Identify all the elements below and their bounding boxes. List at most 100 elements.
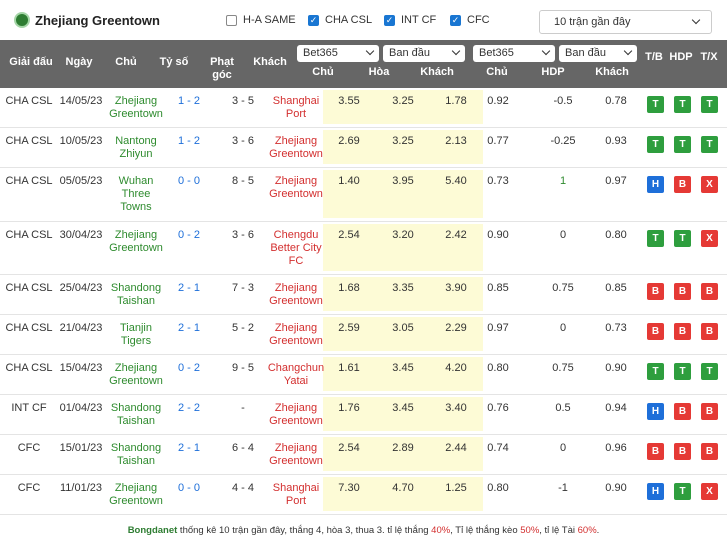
- date-cell: 01/04/23: [59, 402, 103, 414]
- date-cell: 25/04/23: [59, 282, 103, 294]
- home-team-link[interactable]: Wuhan Three Towns: [104, 175, 168, 214]
- away-team-link[interactable]: Zhejiang Greentown: [264, 442, 328, 468]
- date-cell: 21/04/23: [59, 322, 103, 334]
- league-cell: INT CF: [11, 402, 47, 414]
- odds-home: 2.69: [338, 135, 360, 147]
- result-hdp-badge: B: [674, 323, 691, 340]
- result-hdp-badge: T: [674, 483, 691, 500]
- score-link[interactable]: 2 - 1: [162, 442, 216, 455]
- score-link[interactable]: 0 - 2: [162, 362, 216, 375]
- filter-cfc[interactable]: ✓ CFC: [450, 14, 490, 26]
- col-odds-home: Chủ: [312, 66, 334, 78]
- table-row: CHA CSL 25/04/23 Shandong Taishan 2 - 1 7 - 3…: [0, 275, 727, 315]
- home-team-link[interactable]: Shandong Taishan: [104, 402, 168, 428]
- home-team-link[interactable]: Tianjin Tigers: [104, 322, 168, 348]
- score-link[interactable]: 2 - 2: [162, 402, 216, 415]
- date-cell: 14/05/23: [59, 95, 103, 107]
- home-team-link[interactable]: Zhejiang Greentown: [104, 362, 168, 388]
- home-team-link[interactable]: Zhejiang Greentown: [104, 229, 168, 255]
- away-team-link[interactable]: Zhejiang Greentown: [264, 135, 328, 161]
- score-link[interactable]: 2 - 1: [162, 322, 216, 335]
- result-tb-badge: H: [647, 403, 664, 420]
- hdp-home: 0.92: [487, 95, 509, 107]
- col-score: Tỷ số: [159, 56, 189, 68]
- hdp-home: 0.77: [487, 135, 509, 147]
- odds-type-select-hdp[interactable]: Ban đầu: [559, 45, 637, 62]
- result-tx-badge: B: [701, 283, 718, 300]
- hdp-home: 0.90: [487, 229, 509, 241]
- chevron-down-icon: [623, 46, 633, 56]
- away-team-link[interactable]: Zhejiang Greentown: [264, 402, 328, 428]
- away-team-link[interactable]: Chengdu Better City FC: [264, 229, 328, 268]
- home-team-link[interactable]: Shandong Taishan: [104, 282, 168, 308]
- odds-draw: 3.25: [392, 95, 414, 107]
- date-cell: 10/05/23: [59, 135, 103, 147]
- score-link[interactable]: 1 - 2: [162, 95, 216, 108]
- filter-int-cf[interactable]: ✓ INT CF: [384, 14, 436, 26]
- table-row: CFC 15/01/23 Shandong Taishan 2 - 1 6 - 4 Zhej…: [0, 435, 727, 475]
- corners-cell: 8 - 5: [231, 175, 254, 187]
- score-link[interactable]: 0 - 0: [162, 175, 216, 188]
- home-team-link[interactable]: Nantong Zhiyun: [104, 135, 168, 161]
- result-tb-badge: H: [647, 176, 664, 193]
- away-team-link[interactable]: Zhejiang Greentown: [264, 282, 328, 308]
- odds-draw: 3.45: [392, 402, 414, 414]
- col-odds-draw: Hòa: [368, 66, 390, 78]
- odds-draw: 4.70: [392, 482, 414, 494]
- table-row: INT CF 01/04/23 Shandong Taishan 2 - 2 - Zheji…: [0, 395, 727, 435]
- away-team-link[interactable]: Changchun Yatai: [264, 362, 328, 388]
- col-hdp-home: Chủ: [486, 66, 508, 78]
- home-team-link[interactable]: Shandong Taishan: [104, 442, 168, 468]
- odds-draw: 3.05: [392, 322, 414, 334]
- col-hdp-line: HDP: [541, 66, 565, 78]
- score-link[interactable]: 1 - 2: [162, 135, 216, 148]
- hdp-line: 0.75: [552, 282, 574, 294]
- score-link[interactable]: 0 - 0: [162, 482, 216, 495]
- result-tx-badge: X: [701, 483, 718, 500]
- result-tx-badge: B: [701, 403, 718, 420]
- bookmaker-select-hdp[interactable]: Bet365: [473, 45, 555, 62]
- recent-matches-select[interactable]: 10 trận gần đây: [539, 10, 712, 34]
- checkbox-icon[interactable]: [226, 14, 237, 26]
- bookmaker-select-1x2[interactable]: Bet365: [297, 45, 379, 62]
- odds-type-select-1x2[interactable]: Ban đầu: [383, 45, 465, 62]
- checkbox-checked-icon[interactable]: ✓: [384, 14, 395, 26]
- away-team-link[interactable]: Zhejiang Greentown: [264, 322, 328, 348]
- date-cell: 15/01/23: [59, 442, 103, 454]
- col-odds-away: Khách: [420, 66, 454, 78]
- filter-cha-csl[interactable]: ✓ CHA CSL: [308, 14, 372, 26]
- hdp-home: 0.97: [487, 322, 509, 334]
- result-tb-badge: T: [647, 136, 664, 153]
- hdp-away: 0.73: [605, 322, 627, 334]
- away-team-link[interactable]: Shanghai Port: [264, 95, 328, 121]
- score-link[interactable]: 0 - 2: [162, 229, 216, 242]
- away-team-link[interactable]: Shanghai Port: [264, 482, 328, 508]
- corners-cell: 6 - 4: [231, 442, 254, 454]
- checkbox-checked-icon[interactable]: ✓: [308, 14, 319, 26]
- home-team-link[interactable]: Zhejiang Greentown: [104, 482, 168, 508]
- table-row: CHA CSL 30/04/23 Zhejiang Greentown 0 - 2 3 -…: [0, 222, 727, 275]
- league-cell: CFC: [17, 442, 41, 454]
- filter-ha-same[interactable]: H-A SAME: [226, 14, 296, 26]
- hdp-line: 0.75: [552, 362, 574, 374]
- result-tb-badge: B: [647, 323, 664, 340]
- result-tx-badge: X: [701, 230, 718, 247]
- result-hdp-badge: B: [674, 283, 691, 300]
- chevron-down-icon: [691, 15, 701, 25]
- table-row: CHA CSL 05/05/23 Wuhan Three Towns 0 - 0 8 - 5…: [0, 168, 727, 222]
- col-tb: T/B: [645, 51, 663, 63]
- hdp-home: 0.85: [487, 282, 509, 294]
- odds-home: 2.54: [338, 229, 360, 241]
- league-cell: CHA CSL: [5, 322, 53, 334]
- hdp-line: 0: [559, 322, 567, 334]
- corners-cell: 3 - 5: [231, 95, 254, 107]
- home-team-link[interactable]: Zhejiang Greentown: [104, 95, 168, 121]
- result-tx-badge: T: [701, 136, 718, 153]
- checkbox-checked-icon[interactable]: ✓: [450, 14, 461, 26]
- league-cell: CHA CSL: [5, 175, 53, 187]
- hdp-home: 0.73: [487, 175, 509, 187]
- result-tx-badge: T: [701, 363, 718, 380]
- score-link[interactable]: 2 - 1: [162, 282, 216, 295]
- summary-footer: Bongdanet thống kê 10 trận gần đây, thắn…: [127, 525, 600, 536]
- away-team-link[interactable]: Zhejiang Greentown: [264, 175, 328, 201]
